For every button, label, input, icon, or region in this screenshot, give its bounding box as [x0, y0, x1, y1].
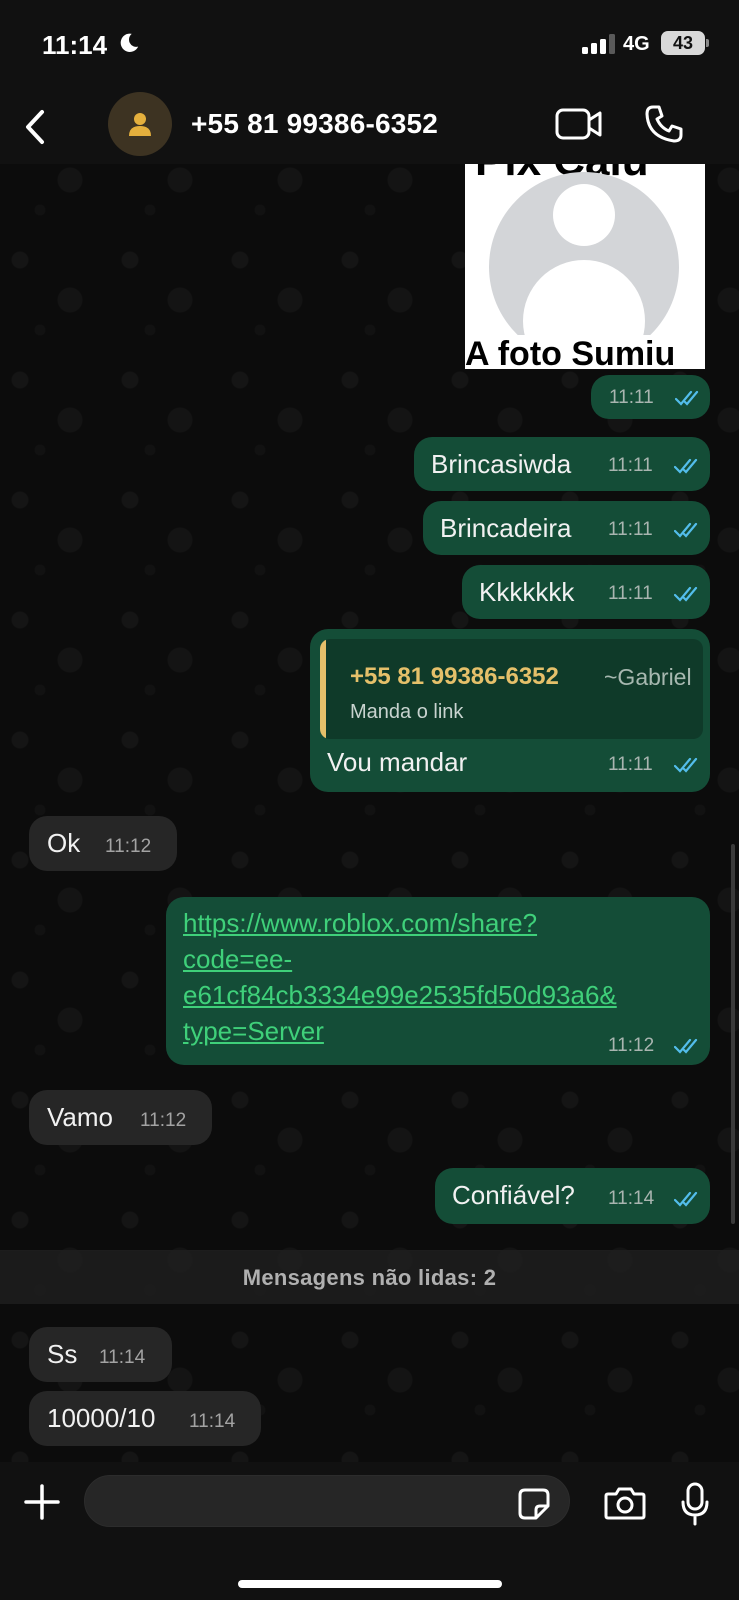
message-time: 11:11 — [609, 387, 654, 408]
person-icon — [129, 113, 151, 136]
phone-icon[interactable] — [644, 104, 684, 144]
message-time: 11:11 — [608, 754, 653, 775]
read-ticks-icon — [674, 757, 698, 773]
message-text: Vou mandar — [327, 747, 468, 777]
read-ticks-icon — [674, 1038, 698, 1054]
read-ticks-icon — [674, 1191, 698, 1207]
message-bubble-outgoing[interactable]: Confiável? 11:14 — [435, 1168, 710, 1224]
message-input[interactable] — [103, 1476, 503, 1528]
moon-icon — [120, 33, 139, 52]
read-ticks-icon — [675, 390, 699, 406]
message-time: 11:14 — [608, 1188, 655, 1209]
message-text: Kkkkkkk — [479, 577, 575, 607]
read-ticks-icon — [674, 586, 698, 602]
message-time: 11:14 — [189, 1411, 236, 1432]
roblox-link[interactable]: https://www.roblox.com/share? code=ee- e… — [183, 905, 617, 1049]
battery-tip — [706, 39, 709, 47]
message-bubble-incoming[interactable]: Ss 11:14 — [29, 1327, 172, 1382]
avatar[interactable] — [108, 92, 172, 156]
quoted-message[interactable]: +55 81 99386-6352 ~Gabriel Manda o link — [320, 639, 703, 739]
image-time-bubble: 11:11 — [591, 375, 710, 419]
message-bubble-outgoing[interactable]: Brincasiwda 11:11 — [414, 437, 710, 491]
message-text: Ok — [47, 828, 81, 858]
message-text: Vamo — [47, 1102, 113, 1132]
message-time: 11:11 — [608, 583, 653, 604]
message-time: 11:12 — [608, 1035, 655, 1056]
unread-messages-label: Mensagens não lidas: 2 — [242, 1264, 497, 1290]
sticker-icon[interactable] — [518, 1488, 550, 1520]
read-ticks-icon — [674, 522, 698, 538]
cellular-signal-icon — [582, 34, 615, 54]
message-time: 11:12 — [140, 1110, 187, 1131]
chevron-left-icon[interactable] — [22, 108, 48, 146]
message-bubble-outgoing[interactable]: Brincadeira 11:11 — [423, 501, 710, 555]
status-bar: 11:14 4G 43 — [0, 0, 739, 90]
message-time: 11:14 — [99, 1347, 146, 1368]
image-caption-bottom: A foto Sumiu — [465, 335, 676, 373]
battery-indicator: 43 — [661, 31, 705, 55]
message-bubble-incoming[interactable]: Vamo 11:12 — [29, 1090, 212, 1145]
home-indicator[interactable] — [238, 1580, 502, 1588]
camera-icon[interactable] — [604, 1486, 646, 1520]
message-time: 11:11 — [608, 519, 653, 540]
message-text: Confiável? — [452, 1180, 575, 1210]
contact-name[interactable]: +55 81 99386-6352 — [191, 108, 438, 140]
default-profile-picture — [489, 172, 679, 362]
message-bubble-outgoing[interactable]: Kkkkkkk 11:11 — [462, 565, 710, 619]
plus-icon[interactable] — [24, 1484, 60, 1520]
message-text: Ss — [47, 1339, 78, 1369]
message-text: Brincadeira — [440, 513, 572, 543]
message-bubble-incoming[interactable]: Ok 11:12 — [29, 816, 177, 871]
message-bubble-incoming[interactable]: 10000/10 11:14 — [29, 1391, 261, 1446]
message-time: 11:11 — [608, 455, 653, 476]
unread-messages-divider: Mensagens não lidas: 2 — [0, 1250, 739, 1304]
message-text: 10000/10 — [47, 1403, 156, 1433]
quoted-text: Manda o link — [350, 701, 464, 723]
message-text: Brincasiwda — [431, 449, 572, 479]
quoted-author: +55 81 99386-6352 — [350, 663, 559, 690]
network-type: 4G — [623, 33, 650, 55]
microphone-icon[interactable] — [680, 1482, 710, 1526]
quoted-pushname: ~Gabriel — [604, 664, 692, 690]
message-bubble-link[interactable]: https://www.roblox.com/share? code=ee- e… — [166, 897, 710, 1065]
message-bubble-reply[interactable]: +55 81 99386-6352 ~Gabriel Manda o link … — [310, 629, 710, 792]
status-time: 11:14 — [42, 30, 108, 60]
video-camera-icon[interactable] — [555, 106, 603, 142]
read-ticks-icon — [674, 458, 698, 474]
message-input-box[interactable] — [84, 1475, 570, 1528]
message-time: 11:12 — [105, 836, 152, 857]
chat-header: +55 81 99386-6352 — [0, 90, 739, 164]
scrollbar[interactable] — [731, 844, 735, 1224]
